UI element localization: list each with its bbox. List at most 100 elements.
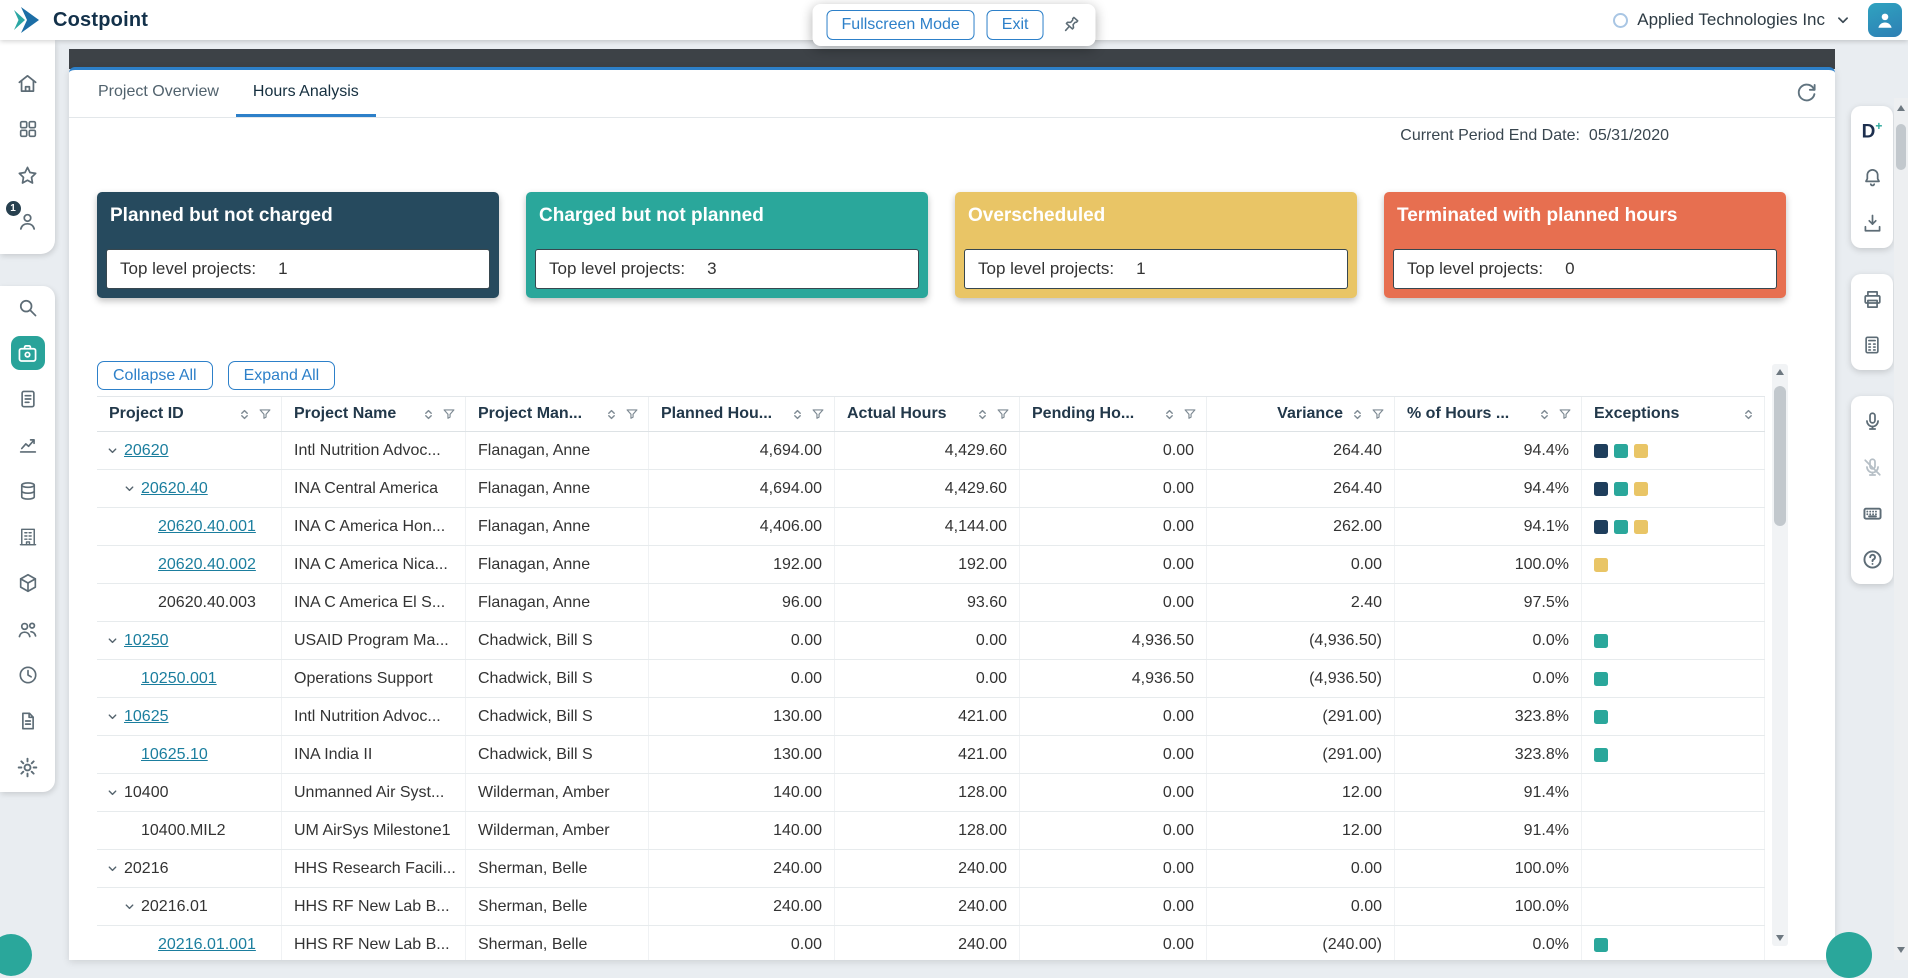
summary-card-terminated-with-planned-hours[interactable]: Terminated with planned hoursTop level p… <box>1384 192 1786 298</box>
filter-icon[interactable] <box>442 407 456 421</box>
project-id-link[interactable]: 20620 <box>124 442 169 460</box>
nav-documents[interactable] <box>11 704 45 738</box>
table-scroll-up-arrow[interactable] <box>1772 364 1788 380</box>
nav-favorites[interactable] <box>11 158 45 192</box>
nav-inventory[interactable] <box>11 566 45 600</box>
project-id-link[interactable]: 20620.40 <box>141 480 208 498</box>
filter-icon[interactable] <box>1558 407 1572 421</box>
project-id-link[interactable]: 20620.40.002 <box>158 556 256 574</box>
filter-icon[interactable] <box>625 407 639 421</box>
column-header-variance[interactable]: Variance <box>1207 397 1395 431</box>
column-header-project-id[interactable]: Project ID <box>97 397 282 431</box>
assistant-bubble-left[interactable] <box>0 934 32 976</box>
nav-apps[interactable] <box>11 112 45 146</box>
row-collapse-chevron-icon[interactable] <box>107 711 124 722</box>
sort-icon[interactable] <box>422 408 435 421</box>
action-notifications[interactable] <box>1855 160 1889 194</box>
nav-people[interactable] <box>11 612 45 646</box>
project-id-link[interactable]: 20216.01.001 <box>158 936 256 954</box>
sort-icon[interactable] <box>976 408 989 421</box>
table-row[interactable]: 20216.01.001HHS RF New Lab B...Sherman, … <box>97 926 1765 960</box>
table-row[interactable]: 10250.001Operations SupportChadwick, Bil… <box>97 660 1765 698</box>
table-row[interactable]: 20620.40.002INA C America Nica...Flanaga… <box>97 546 1765 584</box>
sort-icon[interactable] <box>238 408 251 421</box>
table-row[interactable]: 20216HHS Research Facili...Sherman, Bell… <box>97 850 1765 888</box>
project-id-link[interactable]: 20620.40.001 <box>158 518 256 536</box>
row-collapse-chevron-icon[interactable] <box>107 863 124 874</box>
project-id-link[interactable]: 10250 <box>124 632 169 650</box>
nav-notes[interactable] <box>11 382 45 416</box>
column-header-project-man[interactable]: Project Man... <box>466 397 649 431</box>
tab-project-overview[interactable]: Project Overview <box>81 70 236 117</box>
user-avatar[interactable] <box>1868 3 1902 37</box>
row-collapse-chevron-icon[interactable] <box>107 635 124 646</box>
sort-icon[interactable] <box>1163 408 1176 421</box>
summary-card-planned-but-not-charged[interactable]: Planned but not chargedTop level project… <box>97 192 499 298</box>
column-header-exceptions[interactable]: Exceptions <box>1582 397 1765 431</box>
nav-reports[interactable] <box>11 428 45 462</box>
nav-settings[interactable] <box>11 750 45 784</box>
page-scrollbar-thumb[interactable] <box>1896 124 1906 170</box>
sort-icon[interactable] <box>605 408 618 421</box>
project-id-link[interactable]: 10625 <box>124 708 169 726</box>
sort-icon[interactable] <box>791 408 804 421</box>
nav-data[interactable] <box>11 474 45 508</box>
action-deltek[interactable]: D+ <box>1855 114 1889 148</box>
action-calculator[interactable] <box>1855 328 1889 362</box>
assistant-bubble-right[interactable] <box>1826 932 1872 978</box>
sort-icon[interactable] <box>1742 408 1755 421</box>
exit-button[interactable]: Exit <box>987 10 1044 40</box>
nav-search[interactable] <box>11 290 45 324</box>
column-header-pending-ho[interactable]: Pending Ho... <box>1020 397 1207 431</box>
table-row[interactable]: 20620.40.003INA C America El S...Flanaga… <box>97 584 1765 622</box>
table-row[interactable]: 10625.10INA India IIChadwick, Bill S130.… <box>97 736 1765 774</box>
nav-home[interactable] <box>11 66 45 100</box>
table-row[interactable]: 10625Intl Nutrition Advoc...Chadwick, Bi… <box>97 698 1765 736</box>
table-scrollbar[interactable] <box>1772 364 1788 946</box>
page-scrollbar[interactable] <box>1894 98 1908 960</box>
project-id-link[interactable]: 10250.001 <box>141 670 217 688</box>
table-row[interactable]: 20216.01HHS RF New Lab B...Sherman, Bell… <box>97 888 1765 926</box>
table-row[interactable]: 20620Intl Nutrition Advoc...Flanagan, An… <box>97 432 1765 470</box>
table-row[interactable]: 20620.40.001INA C America Hon...Flanagan… <box>97 508 1765 546</box>
filter-icon[interactable] <box>811 407 825 421</box>
pin-icon[interactable] <box>1059 14 1081 36</box>
column-header-actual-hours[interactable]: Actual Hours <box>835 397 1020 431</box>
action-print[interactable] <box>1855 282 1889 316</box>
action-keyboard[interactable] <box>1855 496 1889 530</box>
tab-hours-analysis[interactable]: Hours Analysis <box>236 70 376 117</box>
filter-icon[interactable] <box>1371 407 1385 421</box>
column-header-project-name[interactable]: Project Name <box>282 397 466 431</box>
refresh-icon[interactable] <box>1794 81 1819 106</box>
nav-time[interactable] <box>11 658 45 692</box>
filter-icon[interactable] <box>1183 407 1197 421</box>
row-collapse-chevron-icon[interactable] <box>107 787 124 798</box>
company-selector[interactable]: Applied Technologies Inc <box>1613 10 1852 30</box>
page-scroll-up-arrow[interactable] <box>1894 100 1908 116</box>
action-help[interactable] <box>1855 542 1889 576</box>
page-scroll-down-arrow[interactable] <box>1894 942 1908 958</box>
table-row[interactable]: 10400.MIL2UM AirSys Milestone1Wilderman,… <box>97 812 1765 850</box>
summary-card-overscheduled[interactable]: OverscheduledTop level projects:1 <box>955 192 1357 298</box>
fullscreen-mode-button[interactable]: Fullscreen Mode <box>827 10 975 40</box>
nav-organization[interactable] <box>11 520 45 554</box>
column-header-planned-hou[interactable]: Planned Hou... <box>649 397 835 431</box>
table-row[interactable]: 10400Unmanned Air Syst...Wilderman, Ambe… <box>97 774 1765 812</box>
sort-icon[interactable] <box>1351 408 1364 421</box>
expand-all-button[interactable]: Expand All <box>228 361 336 390</box>
nav-profile[interactable]: 1 <box>11 204 45 238</box>
action-voice[interactable] <box>1855 404 1889 438</box>
column-header-of-hours[interactable]: % of Hours ... <box>1395 397 1582 431</box>
row-collapse-chevron-icon[interactable] <box>124 483 141 494</box>
summary-card-charged-but-not-planned[interactable]: Charged but not plannedTop level project… <box>526 192 928 298</box>
action-voice-off[interactable] <box>1855 450 1889 484</box>
table-row[interactable]: 10250USAID Program Ma...Chadwick, Bill S… <box>97 622 1765 660</box>
project-id-link[interactable]: 10625.10 <box>141 746 208 764</box>
filter-icon[interactable] <box>996 407 1010 421</box>
action-import-export[interactable] <box>1855 206 1889 240</box>
row-collapse-chevron-icon[interactable] <box>107 445 124 456</box>
filter-icon[interactable] <box>258 407 272 421</box>
sort-icon[interactable] <box>1538 408 1551 421</box>
table-scroll-down-arrow[interactable] <box>1772 930 1788 946</box>
collapse-all-button[interactable]: Collapse All <box>97 361 213 390</box>
